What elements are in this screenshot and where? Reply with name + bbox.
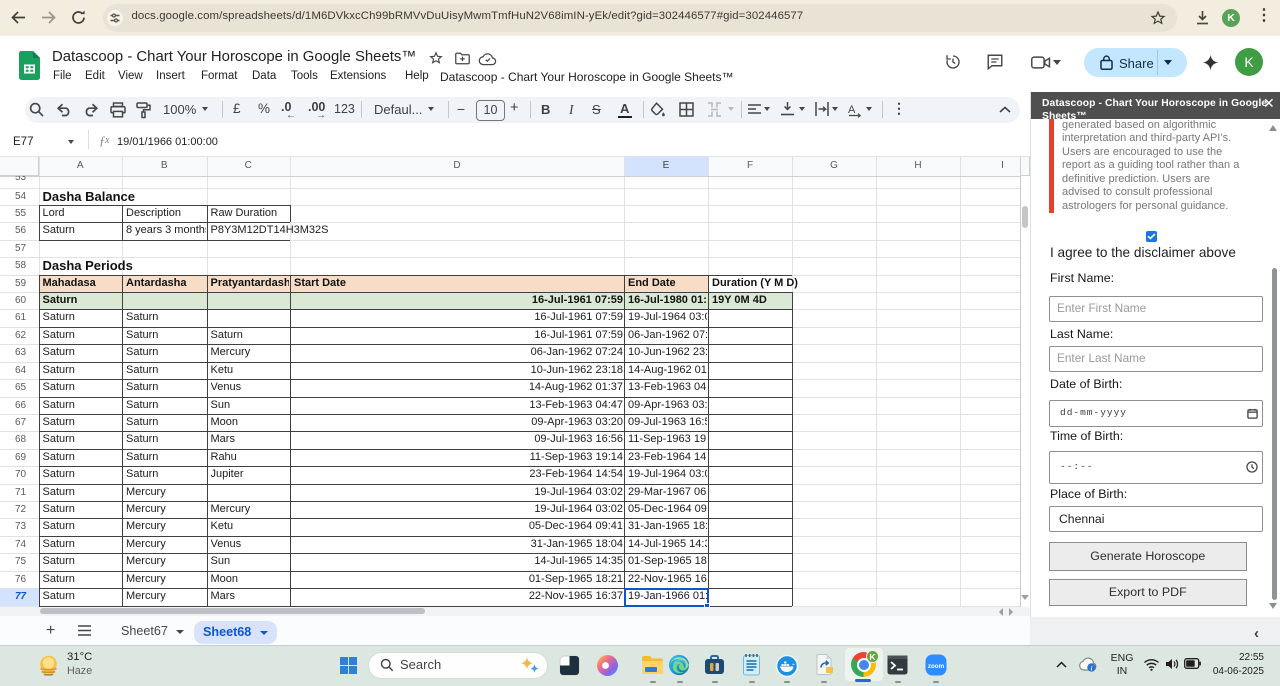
svg-text:A: A	[848, 104, 856, 116]
svg-text:zoom: zoom	[928, 663, 945, 670]
svg-text:i: i	[1091, 665, 1093, 672]
